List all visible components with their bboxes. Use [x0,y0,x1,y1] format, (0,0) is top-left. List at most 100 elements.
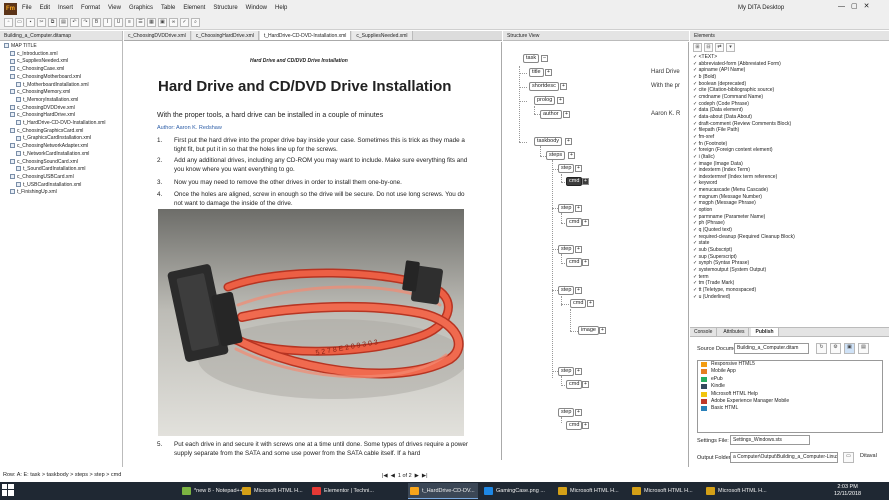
element-item[interactable]: ✓ tm (Trade Mark) [690,280,889,287]
map-topic-item[interactable]: c_SuppliesNeeded.xml [10,58,68,65]
element-item[interactable]: ✓ foreign (Foreign content element) [690,147,889,154]
map-topic-item[interactable]: c_ChoosingMotherboard.xml [10,74,81,81]
node-steps[interactable]: steps [546,151,566,160]
element-item[interactable]: ✓ abbreviated-form (Abbreviated Form) [690,61,889,68]
save-icon[interactable]: ▪ [26,17,35,27]
expand-icon[interactable]: + [563,111,570,118]
element-item[interactable]: ✓ msgph (Message Phrase) [690,200,889,207]
output-format-item[interactable]: Kindle [698,383,882,390]
menu-view[interactable]: View [108,3,121,13]
undo-icon[interactable]: ↶ [70,17,79,27]
node-title[interactable]: title [529,68,544,77]
node-taskbody[interactable]: taskbody [534,137,563,146]
output-folder-field[interactable]: a Computer\Output\Building_a_Computer-Li… [730,452,838,463]
element-item[interactable]: ✓ sup (Superscript) [690,254,889,261]
element-item[interactable]: ✓ tt (Teletype, monospaced) [690,287,889,294]
map-topic-item[interactable]: t_MemoryInstallation.xml [16,97,78,104]
elements-panel-header[interactable]: Elements [690,31,889,41]
element-item[interactable]: ✓ term [690,274,889,281]
source-document-select[interactable]: Building_a_Computer.ditam [734,343,809,354]
prev-page-icon[interactable]: ◀ [391,471,395,481]
align-icon[interactable]: ≡ [125,17,134,27]
node-cmd[interactable]: cmd [570,299,587,308]
output-format-item[interactable]: ePub [698,376,882,383]
image-icon[interactable]: ▣ [158,17,167,27]
node-step[interactable]: step [558,164,575,173]
preview-icon[interactable]: ▤ [858,343,869,354]
node-author[interactable]: author [540,110,562,119]
map-topic-item[interactable]: c_ChoosingCase.xml [10,66,64,73]
menu-window[interactable]: Window [246,3,267,13]
expand-icon[interactable]: + [575,287,582,294]
map-topic-item[interactable]: c_ChoosingGraphicsCard.xml [10,128,83,135]
element-item[interactable]: ✓ synph (Syntax Phrase) [690,260,889,267]
expand-icon[interactable]: + [575,409,582,416]
map-topic-item[interactable]: c_ChoosingSoundCard.xml [10,159,78,166]
tab-publish[interactable]: Publish [751,328,779,336]
ditamap-tab[interactable]: Building_a_Computer.ditamap [0,31,122,41]
wrap-element-icon[interactable]: ⊟ [704,43,713,52]
node-cmd[interactable]: cmd [566,421,583,430]
expand-icon[interactable]: + [560,83,567,90]
map-topic-item[interactable]: t_USBCardInstallation.xml [16,182,81,189]
node-step[interactable]: step [558,245,575,254]
element-item[interactable]: ✓ msgnum (Message Number) [690,194,889,201]
node-cmd[interactable]: cmd [566,258,583,267]
element-item[interactable]: ✓ state [690,240,889,247]
open-icon[interactable]: ▭ [15,17,24,27]
maximize-icon[interactable]: ▢ [851,2,858,12]
map-topic-item[interactable]: t_HardDrive-CD-DVD-Installation.xml [16,120,106,127]
expand-icon[interactable]: + [582,422,589,429]
menu-table[interactable]: Table [161,3,175,13]
output-format-item[interactable]: Responsive HTML5 [698,361,882,368]
element-item[interactable]: ✓ menucascade (Menu Cascade) [690,187,889,194]
node-prolog[interactable]: prolog [534,96,556,105]
expand-icon[interactable]: + [557,97,564,104]
taskbar-app-button[interactable]: Microsoft HTML H... [240,483,310,499]
menu-insert[interactable]: Insert [58,3,73,13]
settings-file-field[interactable]: Settings_Windows.sts [730,435,810,445]
author-line[interactable]: Author: Aaron K. Redshaw [157,125,222,131]
map-topic-item[interactable]: t_GraphicsCardInstallation.xml [16,135,91,142]
expand-icon[interactable]: + [582,259,589,266]
map-title-item[interactable]: MAP TITLE [4,43,37,50]
underline-icon[interactable]: U [114,17,123,27]
tab-supplies-needed[interactable]: c_SuppliesNeeded.xml [352,31,413,40]
expand-icon[interactable]: + [575,165,582,172]
element-item[interactable]: ✓ filepath (File Path) [690,127,889,134]
element-item[interactable]: ✓ parmname (Parameter Name) [690,214,889,221]
short-description[interactable]: With the proper tools, a hard drive can … [157,112,383,119]
page-title[interactable]: Hard Drive and CD/DVD Drive Installation [158,78,451,95]
tab-console[interactable]: Console [690,328,718,336]
output-format-item[interactable]: Microsoft HTML Help [698,391,882,398]
menu-edit[interactable]: Edit [40,3,50,13]
element-item[interactable]: ✓ boolean (deprecated) [690,81,889,88]
folder-icon[interactable]: ▭ [843,452,854,463]
sata-cable-photo[interactable]: 5 2 7 8 E 2 0 9 3 0 3 [158,209,464,436]
map-topic-item[interactable]: c_Introduction.xml [10,51,58,58]
expand-icon[interactable]: – [541,55,548,62]
taskbar-app-button[interactable]: Microsoft HTML H... [630,483,700,499]
tab-choosing-hard-drive[interactable]: c_ChoosingHardDrive.xml [191,31,259,40]
element-item[interactable]: ✓ draft-comment (Review Comments Block) [690,121,889,128]
filter-icon[interactable]: ▾ [726,43,735,52]
redo-icon[interactable]: ↷ [81,17,90,27]
settings-icon[interactable]: ⚙ [830,343,841,354]
structure-view-header[interactable]: Structure View [503,31,689,41]
expand-icon[interactable]: + [565,138,572,145]
element-item[interactable]: ✓ apiname (API Name) [690,67,889,74]
menu-structure[interactable]: Structure [213,3,237,13]
element-item[interactable]: ✓ i (Italic) [690,154,889,161]
expand-icon[interactable]: + [568,152,575,159]
table-icon[interactable]: ▦ [147,17,156,27]
node-step[interactable]: step [558,204,575,213]
tab-attributes[interactable]: Attributes [719,328,750,336]
copy-icon[interactable]: ⧉ [48,17,57,27]
element-item[interactable]: ✓ u (Underlined) [690,294,889,301]
publish-icon[interactable]: ▣ [844,343,855,354]
menu-file[interactable]: File [22,3,32,13]
node-step[interactable]: step [558,367,575,376]
refresh-icon[interactable]: ↻ [816,343,827,354]
tab-harddrive-installation[interactable]: t_HardDrive-CD-DVD-Installation.xml [259,31,352,40]
element-item[interactable]: ✓ b (Bold) [690,74,889,81]
